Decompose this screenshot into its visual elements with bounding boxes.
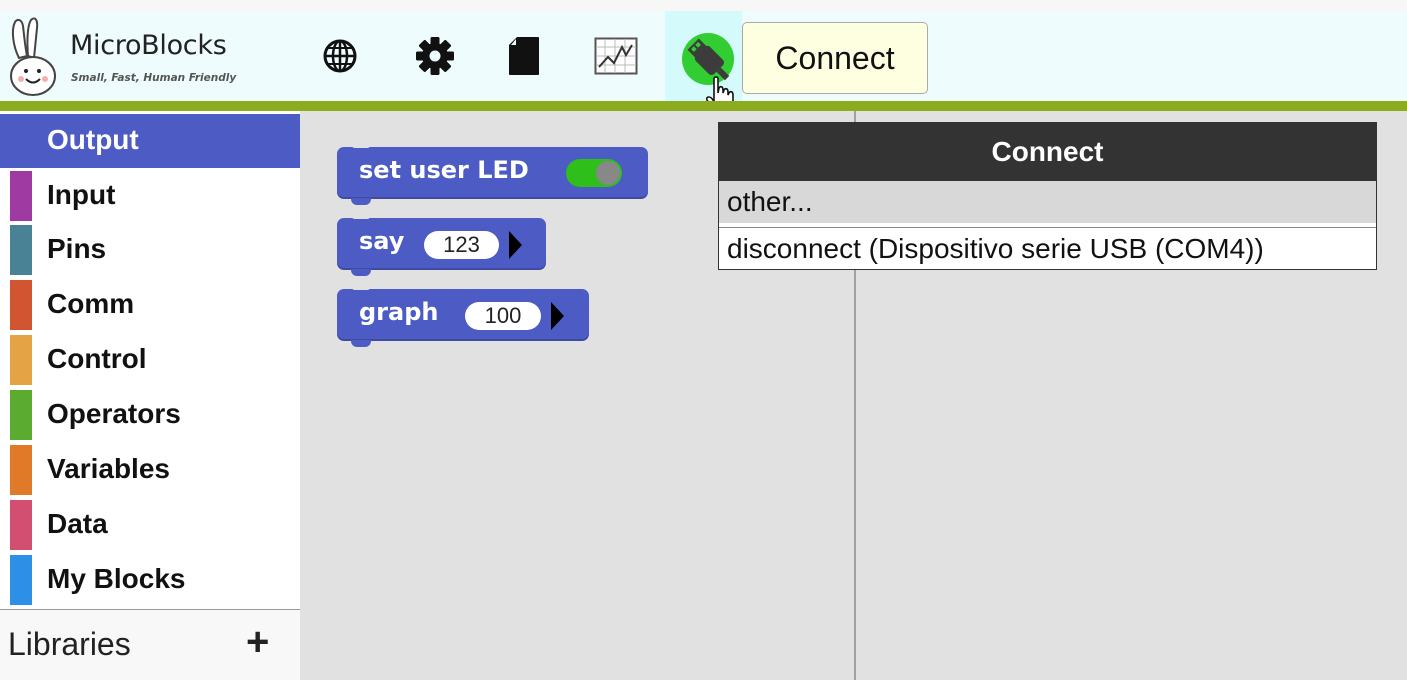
block-tab (351, 269, 371, 276)
category-output[interactable]: Output (0, 114, 300, 168)
window-top-strip (0, 0, 1407, 11)
category-pins[interactable]: Pins (0, 221, 300, 275)
category-color-bar (10, 335, 32, 385)
category-label: Variables (47, 453, 170, 484)
block-label: say (359, 227, 405, 255)
graph-block[interactable]: graph 100 (337, 286, 589, 347)
file-icon[interactable] (508, 36, 540, 76)
category-label: Input (47, 179, 116, 210)
app-tagline: Small, Fast, Human Friendly (71, 72, 237, 84)
category-sidebar: Output Input Pins Comm Control Operators… (0, 111, 300, 680)
microblocks-mascot-icon (10, 17, 56, 96)
category-control[interactable]: Control (0, 331, 300, 385)
say-value-input[interactable]: 123 (424, 231, 499, 259)
set-user-led-block[interactable]: set user LED (337, 144, 648, 205)
globe-icon[interactable] (322, 38, 358, 74)
category-label: Operators (47, 398, 181, 429)
category-comm[interactable]: Comm (0, 276, 300, 330)
block-tab (351, 340, 371, 347)
category-label: Output (47, 124, 139, 155)
expand-arrow-icon[interactable] (551, 302, 564, 330)
libraries-section: Libraries + (0, 610, 300, 680)
block-label: set user LED (359, 156, 529, 184)
led-toggle[interactable] (566, 159, 622, 187)
category-color-bar (10, 500, 32, 550)
category-operators[interactable]: Operators (0, 386, 300, 440)
block-label: graph (359, 298, 439, 326)
category-variables[interactable]: Variables (0, 441, 300, 495)
menu-item-disconnect[interactable]: disconnect (Dispositivo serie USB (COM4)… (719, 227, 1376, 269)
connect-tooltip: Connect (742, 22, 928, 94)
graph-icon[interactable] (594, 37, 638, 75)
connect-menu-title: Connect (719, 123, 1376, 181)
category-label: My Blocks (47, 563, 186, 594)
gear-icon[interactable] (414, 35, 456, 77)
toggle-knob (596, 161, 620, 185)
libraries-label: Libraries (8, 626, 131, 662)
category-label: Comm (47, 288, 135, 319)
block-tab (351, 198, 371, 205)
category-my-blocks[interactable]: My Blocks (0, 551, 300, 605)
add-library-button[interactable]: + (246, 622, 269, 662)
block-notch (351, 215, 371, 219)
category-color-bar (10, 390, 32, 440)
category-color-bar (10, 445, 32, 495)
category-label: Pins (47, 233, 107, 264)
category-color-bar (10, 171, 32, 221)
connect-menu: Connect other... disconnect (Dispositivo… (718, 122, 1377, 270)
app-logo[interactable]: MicroBlocks Small, Fast, Human Friendly (7, 16, 289, 96)
say-block[interactable]: say 123 (337, 215, 546, 276)
category-color-bar (10, 555, 32, 605)
expand-arrow-icon[interactable] (509, 231, 522, 259)
category-input[interactable]: Input (0, 167, 300, 221)
category-label: Control (47, 343, 147, 374)
category-color-bar (10, 280, 32, 330)
category-color-bar (10, 225, 32, 275)
app-name: MicroBlocks (70, 30, 227, 61)
menu-item-other[interactable]: other... (719, 181, 1376, 223)
block-notch (351, 144, 371, 148)
category-data[interactable]: Data (0, 496, 300, 550)
block-notch (351, 286, 371, 290)
toolbar-accent-line (0, 101, 1407, 111)
graph-value-input[interactable]: 100 (465, 302, 541, 330)
category-label: Data (47, 508, 108, 539)
